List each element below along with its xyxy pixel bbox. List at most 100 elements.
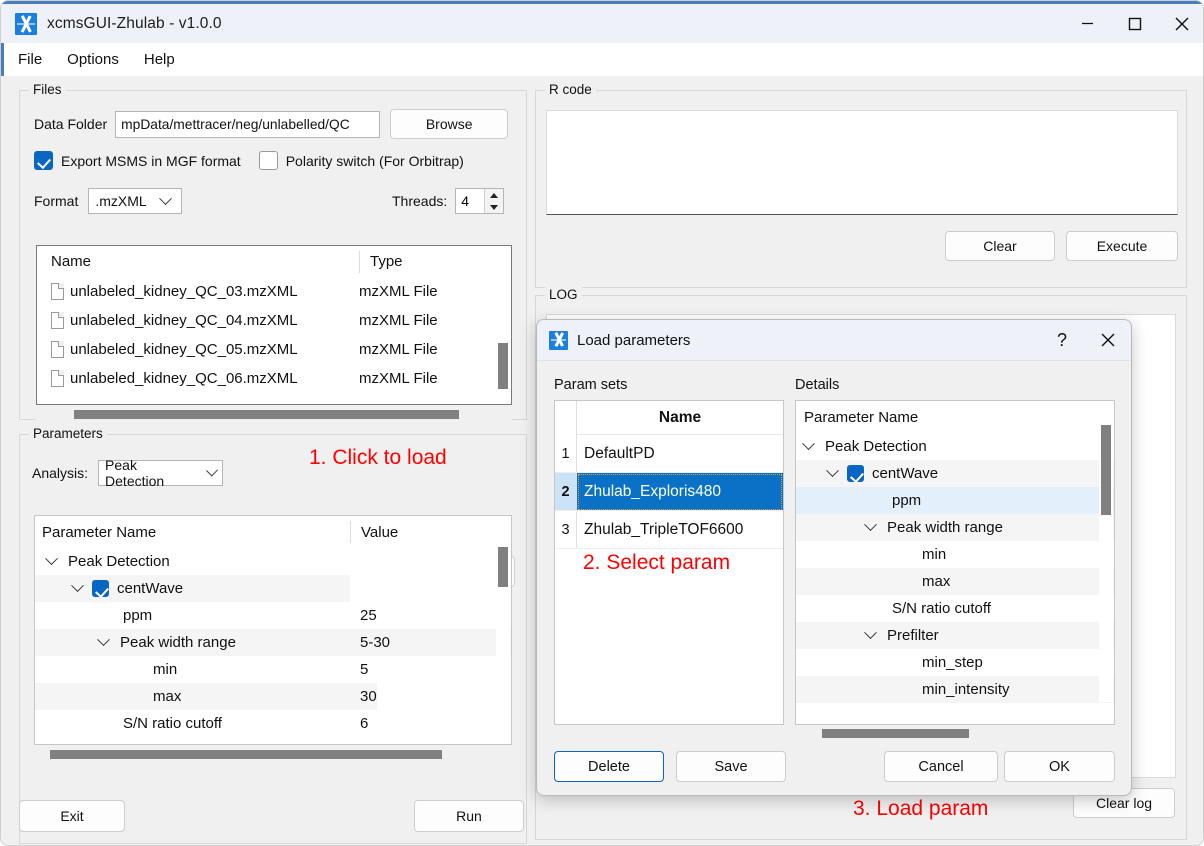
table-row[interactable]: unlabeled_kidney_QC_05.mzXML mzXML File: [37, 335, 511, 364]
files-group: Files Data Folder mpData/mettracer/neg/u…: [19, 82, 527, 421]
table-row[interactable]: max: [796, 568, 1114, 595]
threads-stepper-arrows[interactable]: [484, 189, 504, 213]
param-sets-table[interactable]: Name 1 DefaultPD 2 Zhulab_Exploris480 3 …: [554, 400, 784, 725]
list-item[interactable]: 2 Zhulab_Exploris480: [555, 473, 783, 511]
threads-increment-icon[interactable]: [485, 189, 503, 201]
menu-item-file[interactable]: File: [7, 48, 53, 71]
parameters-vertical-scrollbar[interactable]: [496, 517, 510, 744]
table-row[interactable]: min 5: [35, 656, 511, 683]
app-logo-icon: [15, 12, 37, 35]
param-sets-index-corner: [555, 401, 577, 435]
format-select[interactable]: .mzXML: [88, 188, 183, 214]
chevron-down-icon[interactable]: [802, 437, 815, 451]
table-row[interactable]: Prefilter: [796, 622, 1114, 649]
app-logo-icon: [549, 330, 568, 350]
minimize-icon[interactable]: [1064, 3, 1111, 45]
close-icon[interactable]: [1085, 320, 1131, 361]
table-row[interactable]: ppm: [796, 487, 1114, 514]
load-parameters-dialog: Load parameters ? Param sets Details Nam…: [536, 319, 1132, 796]
analysis-select[interactable]: Peak Detection: [98, 457, 224, 489]
table-row[interactable]: unlabeled_kidney_QC_03.mzXML mzXML File: [37, 277, 511, 306]
ok-button[interactable]: OK: [1004, 751, 1115, 782]
param-sets-col-name: Name: [577, 401, 783, 435]
scrollbar-thumb[interactable]: [498, 547, 508, 587]
cancel-button[interactable]: Cancel: [884, 751, 998, 782]
table-row[interactable]: S/N ratio cutoff: [796, 595, 1114, 622]
rcode-group-title: R code: [545, 82, 596, 97]
detail-name: S/N ratio cutoff: [892, 600, 991, 617]
browse-button[interactable]: Browse: [390, 109, 509, 139]
scrollbar-thumb[interactable]: [74, 410, 459, 419]
table-row[interactable]: unlabeled_kidney_QC_04.mzXML mzXML File: [37, 306, 511, 335]
export-msms-label: Export MSMS in MGF format: [61, 152, 241, 169]
table-row[interactable]: Peak width range: [796, 514, 1114, 541]
table-row[interactable]: centWave: [35, 575, 511, 602]
maximize-icon[interactable]: [1111, 3, 1158, 45]
exit-button[interactable]: Exit: [19, 800, 125, 832]
parameters-group-title: Parameters: [29, 426, 107, 441]
chevron-down-icon[interactable]: [864, 518, 877, 532]
file-type: mzXML File: [359, 370, 438, 387]
threads-decrement-icon[interactable]: [485, 201, 503, 213]
help-icon[interactable]: ?: [1039, 320, 1085, 361]
file-icon: [51, 312, 64, 329]
delete-button[interactable]: Delete: [554, 751, 664, 782]
file-col-name: Name: [51, 253, 92, 270]
details-horizontal-scrollbar[interactable]: [796, 727, 1114, 740]
threads-stepper[interactable]: 4: [455, 188, 505, 214]
detail-name: min_step: [922, 654, 983, 671]
close-icon[interactable]: [1158, 3, 1203, 45]
file-list-horizontal-scrollbar[interactable]: [36, 408, 512, 421]
list-item[interactable]: 1 DefaultPD: [555, 435, 783, 473]
detail-name: min_intensity: [922, 681, 1010, 698]
file-name: unlabeled_kidney_QC_03.mzXML: [70, 283, 298, 300]
execute-button[interactable]: Execute: [1066, 231, 1178, 261]
table-row[interactable]: max 30: [35, 683, 511, 710]
list-item[interactable]: 3 Zhulab_TripleTOF6600: [555, 511, 783, 549]
data-folder-label: Data Folder: [34, 116, 108, 132]
scrollbar-thumb[interactable]: [50, 750, 442, 759]
param-name: Peak width range: [120, 634, 236, 651]
clear-button[interactable]: Clear: [945, 231, 1055, 261]
centwave-checkbox[interactable]: [92, 580, 109, 597]
chevron-down-icon[interactable]: [97, 633, 110, 647]
threads-label: Threads:: [392, 193, 448, 209]
table-row[interactable]: Peak width range 5-30: [35, 629, 511, 656]
scrollbar-thumb[interactable]: [822, 729, 969, 738]
table-row[interactable]: ppm 25: [35, 602, 511, 629]
export-msms-checkbox[interactable]: [34, 151, 53, 170]
data-folder-input[interactable]: mpData/mettracer/neg/unlabelled/QC: [115, 110, 381, 138]
table-row[interactable]: S/N ratio cutoff 6: [35, 710, 511, 737]
chevron-down-icon[interactable]: [45, 552, 58, 566]
detail-name: ppm: [892, 492, 922, 509]
table-row[interactable]: unlabeled_kidney_QC_06.mzXML mzXML File: [37, 364, 511, 393]
table-row[interactable]: Peak Detection: [35, 548, 511, 575]
scrollbar-thumb[interactable]: [1101, 425, 1111, 515]
format-select-value: .mzXML: [95, 193, 147, 209]
menu-item-help[interactable]: Help: [133, 48, 186, 71]
table-row[interactable]: min: [796, 541, 1114, 568]
save-button[interactable]: Save: [676, 751, 786, 782]
details-tree-table[interactable]: Parameter Name Peak Detection centWave p…: [795, 400, 1115, 725]
chevron-down-icon[interactable]: [864, 626, 877, 640]
file-list-table[interactable]: Name Type unlabeled_kidney_QC_03.mzXML m…: [36, 245, 512, 405]
menu-item-options[interactable]: Options: [56, 48, 130, 71]
file-list-vertical-scrollbar[interactable]: [496, 247, 510, 404]
table-row[interactable]: min_intensity: [796, 676, 1114, 703]
file-col-type: Type: [359, 250, 403, 273]
rcode-editor[interactable]: [546, 110, 1178, 215]
parameters-tree-table[interactable]: Parameter Name Value Peak Detection cent…: [34, 515, 512, 745]
chevron-down-icon[interactable]: [71, 579, 84, 593]
details-vertical-scrollbar[interactable]: [1099, 402, 1113, 702]
chevron-down-icon[interactable]: [826, 464, 839, 478]
table-row[interactable]: Peak Detection: [796, 433, 1114, 460]
run-button[interactable]: Run: [414, 800, 524, 832]
polarity-switch-checkbox[interactable]: [258, 151, 278, 170]
parameters-horizontal-scrollbar[interactable]: [34, 748, 512, 761]
table-row[interactable]: min_step: [796, 649, 1114, 676]
centwave-checkbox[interactable]: [847, 465, 864, 482]
scrollbar-thumb[interactable]: [498, 343, 508, 389]
table-row[interactable]: centWave: [796, 460, 1114, 487]
application-window: xcmsGUI-Zhulab - v1.0.0 File Options Hel…: [0, 0, 1204, 846]
param-col-name: Parameter Name: [42, 523, 157, 541]
